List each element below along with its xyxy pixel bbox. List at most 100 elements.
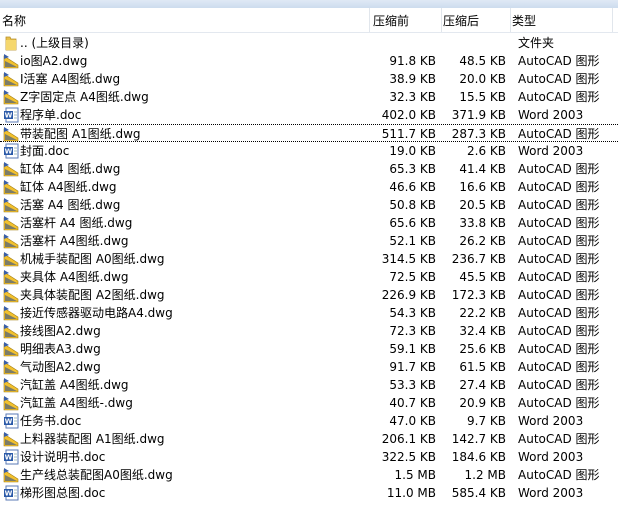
file-row[interactable]: 上料器装配图 A1图纸.dwg 206.1 KB 142.7 KB AutoCA… xyxy=(0,430,618,448)
file-row[interactable]: W 梯形图总图.doc 11.0 MB 585.4 KB Word 2003 xyxy=(0,484,618,502)
autocad-file-icon xyxy=(3,395,19,411)
file-type: Word 2003 xyxy=(518,450,584,464)
file-row[interactable]: 活塞杆 A4图纸.dwg 52.1 KB 26.2 KB AutoCAD 图形 xyxy=(0,232,618,250)
file-row[interactable]: Z字固定点 A4图纸.dwg 32.3 KB 15.5 KB AutoCAD 图… xyxy=(0,88,618,106)
size-after: 585.4 KB xyxy=(451,486,506,500)
file-type: AutoCAD 图形 xyxy=(518,360,600,374)
file-row[interactable]: io图A2.dwg 91.8 KB 48.5 KB AutoCAD 图形 xyxy=(0,52,618,70)
file-name: 缸体 A4图纸.dwg xyxy=(20,180,117,194)
autocad-file-icon xyxy=(3,341,19,357)
autocad-file-icon xyxy=(3,287,19,303)
size-after: 184.6 KB xyxy=(451,450,506,464)
column-after[interactable]: 压缩后 xyxy=(443,12,479,29)
file-type: AutoCAD 图形 xyxy=(518,127,600,141)
file-row[interactable]: 生产线总装配图A0图纸.dwg 1.5 MB 1.2 MB AutoCAD 图形 xyxy=(0,466,618,484)
file-row[interactable]: .. (上级目录) 文件夹 xyxy=(0,34,618,52)
file-row[interactable]: 夹具体 A4图纸.dwg 72.5 KB 45.5 KB AutoCAD 图形 xyxy=(0,268,618,286)
size-before: 91.8 KB xyxy=(389,54,436,68)
autocad-file-icon xyxy=(3,377,19,393)
size-before: 511.7 KB xyxy=(381,127,436,141)
file-type: AutoCAD 图形 xyxy=(518,378,600,392)
column-divider[interactable] xyxy=(441,8,442,32)
file-type: AutoCAD 图形 xyxy=(518,216,600,230)
file-type: 文件夹 xyxy=(518,36,555,50)
autocad-file-icon xyxy=(3,467,19,483)
file-row[interactable]: W 程序单.doc 402.0 KB 371.9 KB Word 2003 xyxy=(0,106,618,124)
file-type: AutoCAD 图形 xyxy=(518,468,600,482)
file-name: 机械手装配图 A0图纸.dwg xyxy=(20,252,165,266)
autocad-file-icon xyxy=(3,215,19,231)
file-row[interactable]: W 设计说明书.doc 322.5 KB 184.6 KB Word 2003 xyxy=(0,448,618,466)
file-row[interactable]: W 任务书.doc 47.0 KB 9.7 KB Word 2003 xyxy=(0,412,618,430)
file-name: 活塞杆 A4 图纸.dwg xyxy=(20,216,133,230)
file-row[interactable]: 缸体 A4图纸.dwg 46.6 KB 16.6 KB AutoCAD 图形 xyxy=(0,178,618,196)
word-file-icon: W xyxy=(3,485,19,501)
column-divider[interactable] xyxy=(510,8,511,32)
word-file-icon: W xyxy=(3,449,19,465)
autocad-file-icon xyxy=(3,197,19,213)
svg-text:W: W xyxy=(5,418,13,426)
file-row[interactable]: 汽缸盖 A4图纸-.dwg 40.7 KB 20.9 KB AutoCAD 图形 xyxy=(0,394,618,412)
size-after: 15.5 KB xyxy=(459,90,506,104)
size-before: 72.3 KB xyxy=(389,324,436,338)
size-before: 59.1 KB xyxy=(389,342,436,356)
file-name: .. (上级目录) xyxy=(20,36,89,50)
column-type[interactable]: 类型 xyxy=(512,12,536,29)
file-row[interactable]: 夹具体装配图 A2图纸.dwg 226.9 KB 172.3 KB AutoCA… xyxy=(0,286,618,304)
top-bar xyxy=(0,0,618,8)
word-file-icon: W xyxy=(3,143,19,159)
file-type: AutoCAD 图形 xyxy=(518,288,600,302)
size-before: 72.5 KB xyxy=(389,270,436,284)
file-name: I活塞 A4图纸.dwg xyxy=(20,72,121,86)
file-row[interactable]: 机械手装配图 A0图纸.dwg 314.5 KB 236.7 KB AutoCA… xyxy=(0,250,618,268)
file-row[interactable]: 缸体 A4 图纸.dwg 65.3 KB 41.4 KB AutoCAD 图形 xyxy=(0,160,618,178)
file-type: AutoCAD 图形 xyxy=(518,432,600,446)
svg-text:W: W xyxy=(5,490,13,498)
file-type: AutoCAD 图形 xyxy=(518,252,600,266)
size-after: 20.9 KB xyxy=(459,396,506,410)
autocad-file-icon xyxy=(3,233,19,249)
size-before: 11.0 MB xyxy=(386,486,436,500)
autocad-file-icon xyxy=(3,126,19,142)
autocad-file-icon xyxy=(3,431,19,447)
file-row[interactable]: 接近传感器驱动电路A4.dwg 54.3 KB 22.2 KB AutoCAD … xyxy=(0,304,618,322)
file-row[interactable]: 接线图A2.dwg 72.3 KB 32.4 KB AutoCAD 图形 xyxy=(0,322,618,340)
size-after: 48.5 KB xyxy=(459,54,506,68)
file-type: AutoCAD 图形 xyxy=(518,396,600,410)
size-before: 65.3 KB xyxy=(389,162,436,176)
file-row[interactable]: 活塞杆 A4 图纸.dwg 65.6 KB 33.8 KB AutoCAD 图形 xyxy=(0,214,618,232)
file-name: 梯形图总图.doc xyxy=(20,486,106,500)
size-after: 32.4 KB xyxy=(459,324,506,338)
file-row[interactable]: 汽缸盖 A4图纸.dwg 53.3 KB 27.4 KB AutoCAD 图形 xyxy=(0,376,618,394)
size-after: 172.3 KB xyxy=(451,288,506,302)
size-before: 40.7 KB xyxy=(389,396,436,410)
size-before: 54.3 KB xyxy=(389,306,436,320)
svg-text:W: W xyxy=(5,112,13,120)
file-row[interactable]: 气动图A2.dwg 91.7 KB 61.5 KB AutoCAD 图形 xyxy=(0,358,618,376)
file-row[interactable]: I活塞 A4图纸.dwg 38.9 KB 20.0 KB AutoCAD 图形 xyxy=(0,70,618,88)
size-before: 226.9 KB xyxy=(381,288,436,302)
size-after: 26.2 KB xyxy=(459,234,506,248)
file-type: AutoCAD 图形 xyxy=(518,234,600,248)
file-name: 任务书.doc xyxy=(20,414,82,428)
file-type: Word 2003 xyxy=(518,108,584,122)
column-divider[interactable] xyxy=(612,8,613,32)
file-row[interactable]: 明细表A3.dwg 59.1 KB 25.6 KB AutoCAD 图形 xyxy=(0,340,618,358)
file-row[interactable]: 带装配图 A1图纸.dwg 511.7 KB 287.3 KB AutoCAD … xyxy=(0,124,618,142)
size-after: 371.9 KB xyxy=(451,108,506,122)
size-before: 47.0 KB xyxy=(389,414,436,428)
file-row[interactable]: W 封面.doc 19.0 KB 2.6 KB Word 2003 xyxy=(0,142,618,160)
size-after: 236.7 KB xyxy=(451,252,506,266)
size-after: 25.6 KB xyxy=(459,342,506,356)
size-before: 402.0 KB xyxy=(381,108,436,122)
autocad-file-icon xyxy=(3,269,19,285)
file-name: 接近传感器驱动电路A4.dwg xyxy=(20,306,173,320)
column-name[interactable]: 名称 xyxy=(2,12,26,29)
column-before[interactable]: 压缩前 xyxy=(373,12,409,29)
file-type: AutoCAD 图形 xyxy=(518,54,600,68)
file-name: 生产线总装配图A0图纸.dwg xyxy=(20,468,173,482)
file-row[interactable]: 活塞 A4 图纸.dwg 50.8 KB 20.5 KB AutoCAD 图形 xyxy=(0,196,618,214)
column-divider[interactable] xyxy=(369,8,370,32)
file-name: 设计说明书.doc xyxy=(20,450,106,464)
file-type: AutoCAD 图形 xyxy=(518,90,600,104)
